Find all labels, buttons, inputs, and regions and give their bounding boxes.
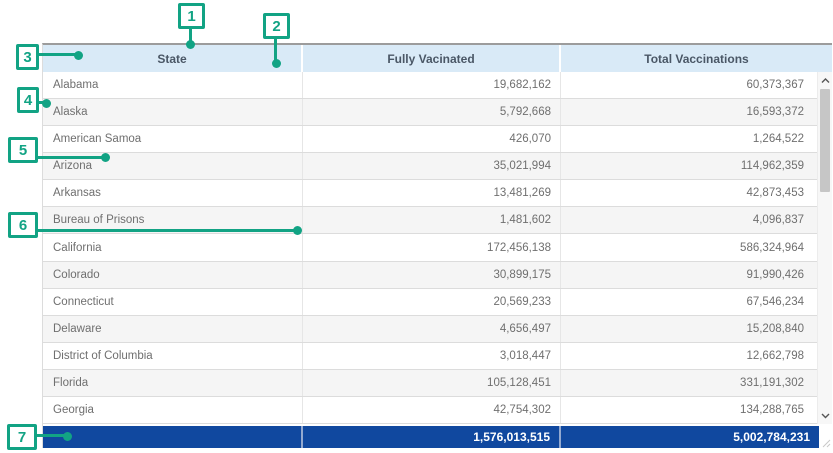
total-state-cell	[43, 426, 303, 448]
cell-fully-vaccinated: 426,070	[303, 126, 561, 152]
cell-total-vaccinations: 16,593,372	[561, 99, 832, 125]
callout-connector-line	[36, 229, 298, 232]
table-row[interactable]: Colorado 30,899,175 91,990,426	[43, 262, 832, 289]
column-header-fully-vaccinated[interactable]: Fully Vacinated	[303, 45, 561, 72]
total-fully-vaccinated: 1,576,013,515	[303, 426, 561, 448]
cell-fully-vaccinated: 35,021,994	[303, 153, 561, 179]
cell-fully-vaccinated: 105,128,451	[303, 370, 561, 396]
cell-fully-vaccinated: 4,656,497	[303, 316, 561, 342]
table-row[interactable]: Delaware 4,656,497 15,208,840	[43, 316, 832, 343]
cell-state: Alaska	[43, 99, 303, 125]
cell-total-vaccinations: 91,990,426	[561, 262, 832, 288]
cell-state: District of Columbia	[43, 343, 303, 369]
table-row[interactable]: Georgia 42,754,302 134,288,765	[43, 397, 832, 424]
column-header-state[interactable]: State	[43, 45, 303, 72]
table-row[interactable]: Alabama 19,682,162 60,373,367	[43, 72, 832, 99]
cell-state: Arkansas	[43, 180, 303, 206]
cell-fully-vaccinated: 1,481,602	[303, 207, 561, 233]
cell-total-vaccinations: 42,873,453	[561, 180, 832, 206]
cell-state: Colorado	[43, 262, 303, 288]
table-row[interactable]: Alaska 5,792,668 16,593,372	[43, 99, 832, 126]
vertical-scrollbar[interactable]	[817, 72, 832, 424]
callout-anchor-dot	[186, 40, 195, 49]
table-row[interactable]: Arizona 35,021,994 114,962,359	[43, 153, 832, 180]
cell-fully-vaccinated: 13,481,269	[303, 180, 561, 206]
cell-state: American Samoa	[43, 126, 303, 152]
callout-anchor-dot	[63, 432, 72, 441]
callout-number-box: 7	[7, 424, 37, 450]
resize-grip-icon	[821, 438, 831, 448]
table-body: Alabama 19,682,162 60,373,367 Alaska 5,7…	[43, 72, 832, 424]
callout-connector-line	[36, 156, 106, 159]
table-row[interactable]: American Samoa 426,070 1,264,522	[43, 126, 832, 153]
column-header-total-vaccinations[interactable]: Total Vaccinations	[561, 45, 832, 72]
cell-state: Alabama	[43, 72, 303, 98]
cell-fully-vaccinated: 19,682,162	[303, 72, 561, 98]
cell-total-vaccinations: 586,324,964	[561, 234, 832, 260]
cell-fully-vaccinated: 42,754,302	[303, 397, 561, 423]
cell-fully-vaccinated: 20,569,233	[303, 289, 561, 315]
cell-state: Georgia	[43, 397, 303, 423]
cell-total-vaccinations: 15,208,840	[561, 316, 832, 342]
callout-anchor-dot	[293, 226, 302, 235]
cell-total-vaccinations: 114,962,359	[561, 153, 832, 179]
table-row[interactable]: Florida 105,128,451 331,191,302	[43, 370, 832, 397]
total-total-vaccinations: 5,002,784,231	[561, 426, 819, 448]
cell-state: Delaware	[43, 316, 303, 342]
cell-total-vaccinations: 4,096,837	[561, 207, 832, 233]
cell-total-vaccinations: 67,546,234	[561, 289, 832, 315]
callout-number-box: 2	[263, 13, 290, 39]
callout-connector-line	[38, 53, 78, 56]
cell-total-vaccinations: 12,662,798	[561, 343, 832, 369]
callout-number-box: 6	[8, 212, 38, 238]
callout-number-box: 4	[17, 87, 39, 113]
cell-total-vaccinations: 60,373,367	[561, 72, 832, 98]
cell-fully-vaccinated: 3,018,447	[303, 343, 561, 369]
callout-anchor-dot	[272, 59, 281, 68]
callout-number-box: 1	[178, 3, 205, 29]
scroll-up-button[interactable]	[818, 73, 832, 88]
chevron-up-icon	[821, 78, 830, 84]
callout-anchor-dot	[42, 99, 51, 108]
cell-state: Florida	[43, 370, 303, 396]
chevron-down-icon	[821, 413, 830, 419]
cell-state: Connecticut	[43, 289, 303, 315]
table-row[interactable]: Connecticut 20,569,233 67,546,234	[43, 289, 832, 316]
scrollbar-thumb[interactable]	[820, 89, 830, 192]
totals-row: 1,576,013,515 5,002,784,231	[43, 426, 819, 448]
cell-fully-vaccinated: 5,792,668	[303, 99, 561, 125]
page: { "colors": { "accent_teal": "#12a384", …	[0, 0, 833, 453]
callout-anchor-dot	[74, 51, 83, 60]
callout-anchor-dot	[101, 153, 110, 162]
cell-total-vaccinations: 331,191,302	[561, 370, 832, 396]
cell-fully-vaccinated: 172,456,138	[303, 234, 561, 260]
cell-total-vaccinations: 1,264,522	[561, 126, 832, 152]
callout-number-box: 3	[16, 44, 39, 70]
table-row[interactable]: Arkansas 13,481,269 42,873,453	[43, 180, 832, 207]
table-header-row: State Fully Vacinated Total Vaccinations	[43, 45, 832, 72]
cell-fully-vaccinated: 30,899,175	[303, 262, 561, 288]
callout-number-box: 5	[8, 137, 38, 163]
vaccination-table: State Fully Vacinated Total Vaccinations…	[42, 43, 832, 448]
table-row[interactable]: District of Columbia 3,018,447 12,662,79…	[43, 343, 832, 370]
cell-total-vaccinations: 134,288,765	[561, 397, 832, 423]
scroll-down-button[interactable]	[818, 408, 832, 423]
cell-state: California	[43, 234, 303, 260]
table-row[interactable]: California 172,456,138 586,324,964	[43, 234, 832, 261]
